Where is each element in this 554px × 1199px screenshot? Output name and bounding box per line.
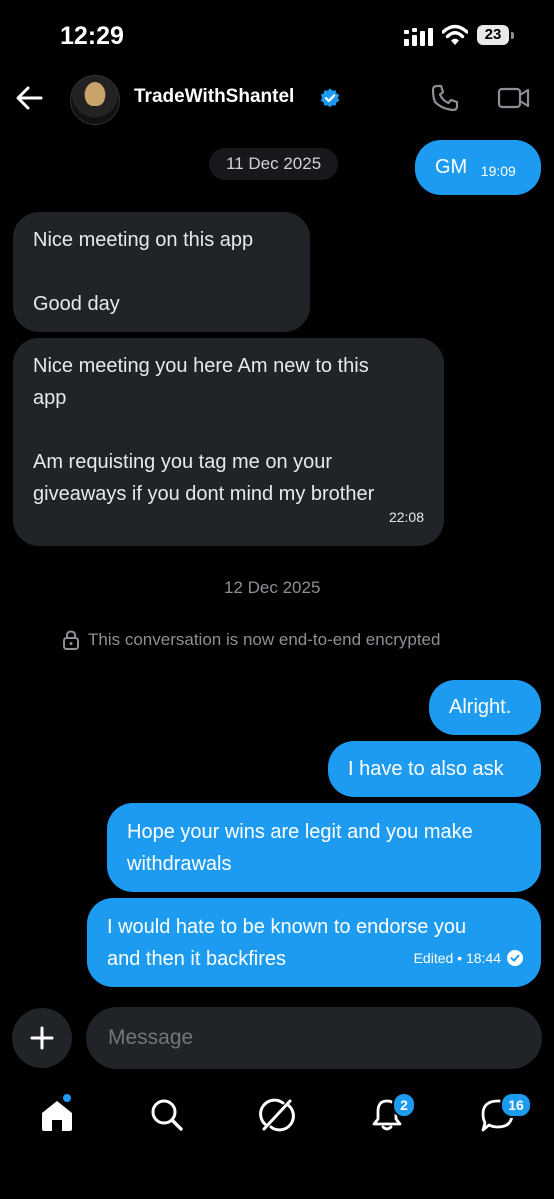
contact-name[interactable]: TradeWithShantel [134,86,294,108]
message-line: app [33,387,67,409]
message-text: Alright. [449,696,512,718]
cellular-signal-icon [404,28,433,46]
date-separator: 11 Dec 2025 [209,148,339,180]
outgoing-message-bubble[interactable]: I have to also ask [328,741,541,797]
message-edited-time: Edited • 18:44 [413,950,501,966]
home-notification-dot [63,1094,71,1102]
phone-call-icon[interactable] [430,83,460,113]
message-input[interactable]: Message [86,1007,542,1069]
outgoing-message-bubble[interactable]: I would hate to be known to endorse you … [87,898,541,987]
message-time: 22:08 [388,509,424,525]
video-call-icon[interactable] [497,84,531,112]
search-icon[interactable] [149,1097,185,1133]
message-line: Hope your wins are legit and you make [127,821,473,843]
grok-icon[interactable] [259,1097,295,1133]
encryption-notice: This conversation is now end-to-end encr… [62,630,440,650]
outgoing-message-bubble[interactable]: Alright. [429,680,541,735]
message-line: withdrawals [127,853,232,875]
message-line: Am requisting you tag me on your [33,451,333,473]
battery-indicator: 23 [477,25,515,47]
battery-level: 23 [484,26,502,43]
encryption-text: This conversation is now end-to-end encr… [88,630,441,649]
status-time: 12:29 [60,22,124,50]
outgoing-message-bubble[interactable]: Hope your wins are legit and you make wi… [107,803,541,892]
message-text: I have to also ask [348,758,504,780]
add-attachment-button[interactable] [12,1008,72,1068]
lock-icon [63,630,79,650]
incoming-message-bubble[interactable]: Nice meeting on this app Good day [13,212,310,332]
incoming-message-bubble[interactable]: Nice meeting you here Am new to this app… [13,338,444,546]
home-icon[interactable] [39,1097,75,1133]
wifi-icon [442,24,468,45]
outgoing-message-bubble[interactable]: GM 19:09 [415,140,541,195]
message-line: giveaways if you dont mind my brother [33,483,375,505]
message-time: 19:09 [480,163,516,179]
contact-avatar[interactable] [70,75,120,125]
message-line: Nice meeting on this app [33,229,254,251]
read-check-icon [507,950,523,966]
message-line: Good day [33,293,120,315]
back-arrow-icon[interactable] [14,84,44,112]
message-line: I would hate to be known to endorse you [107,916,467,938]
notifications-badge: 2 [392,1092,416,1118]
battery-nub [511,32,514,39]
avatar-hair-shape [85,82,105,106]
message-input-placeholder: Message [108,1026,194,1049]
message-meta: Edited • 18:44 [414,942,523,974]
message-line: Nice meeting you here Am new to this [33,355,369,377]
date-separator: 12 Dec 2025 [224,578,321,597]
plus-icon [30,1026,54,1050]
verified-badge-icon [320,88,340,108]
messages-badge: 16 [500,1092,532,1118]
message-text: GM [435,156,468,178]
